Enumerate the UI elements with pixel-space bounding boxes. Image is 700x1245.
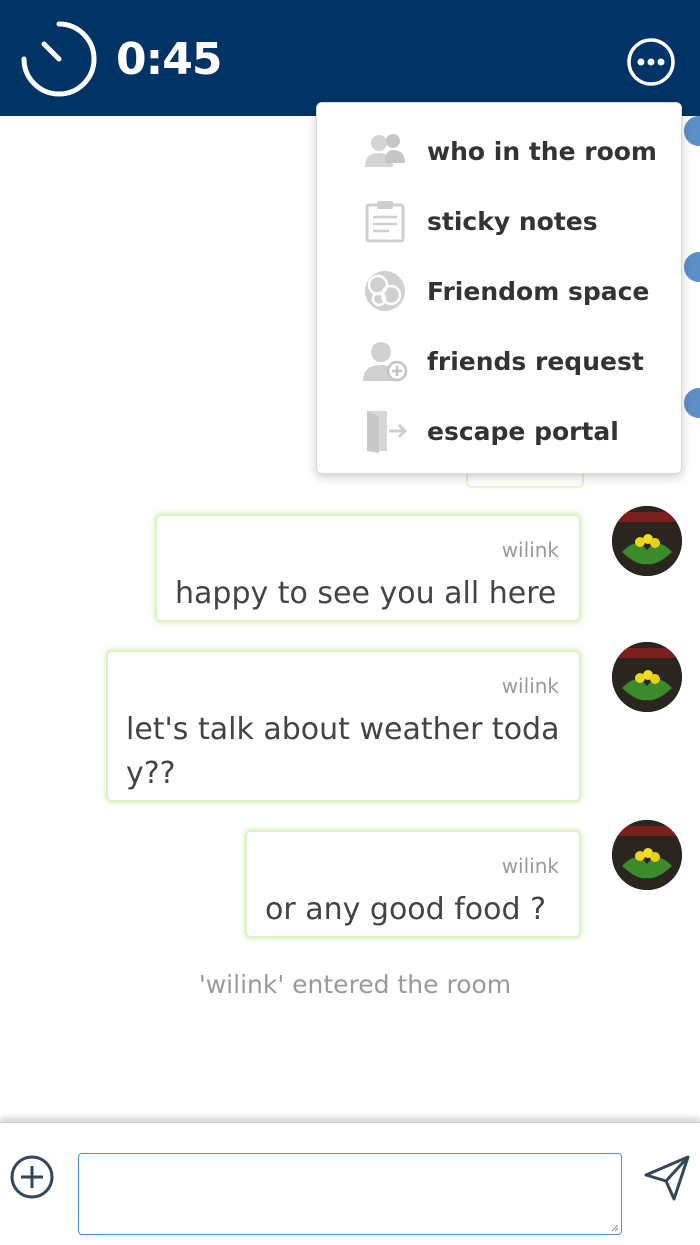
message-bubble: wilink let's talk about weather today?? (106, 650, 581, 802)
options-menu: who in the room sticky notes Friendom sp… (316, 102, 682, 474)
flower-avatar-image (612, 506, 682, 576)
message-text: let's talk about weather today?? (126, 712, 560, 791)
users-icon (365, 134, 405, 167)
menu-item-sticky-notes[interactable]: sticky notes (317, 181, 681, 251)
avatar[interactable] (612, 506, 682, 576)
avatar (684, 116, 700, 146)
message-composer (0, 1122, 700, 1245)
menu-item-label: friends request (427, 347, 644, 376)
countdown-timer: 0:45 (116, 34, 222, 85)
avatar (684, 252, 700, 282)
menu-item-friendom-space[interactable]: Friendom space (317, 251, 681, 321)
menu-item-friends-request[interactable]: friends request (317, 321, 681, 391)
menu-item-label: who in the room (427, 137, 657, 166)
resize-handle-icon[interactable] (611, 1224, 619, 1232)
menu-item-label: Friendom space (427, 277, 650, 306)
message-input[interactable] (78, 1153, 622, 1235)
flower-avatar-image (612, 642, 682, 712)
top-bar: 0:45 (0, 0, 700, 116)
send-icon[interactable] (642, 1153, 692, 1203)
message-sender: wilink (501, 538, 559, 562)
message-text: or any good food ? (265, 892, 547, 927)
plus-circle-icon[interactable] (8, 1153, 56, 1201)
more-options-icon[interactable] (626, 37, 676, 87)
sticky-note-icon (365, 201, 405, 243)
message-bubble: wilink happy to see you all here (155, 514, 581, 622)
menu-item-label: sticky notes (427, 207, 598, 236)
add-friend-icon (363, 342, 408, 382)
exit-door-icon (367, 411, 408, 453)
message-text: happy to see you all here (175, 576, 557, 611)
menu-item-who-in-room[interactable]: who in the room (317, 111, 681, 181)
message-sender: wilink (501, 674, 559, 698)
avatar[interactable] (612, 820, 682, 890)
menu-item-label: escape portal (427, 417, 619, 446)
flower-avatar-image (612, 820, 682, 890)
message-sender: wilink (501, 854, 559, 878)
system-message: 'wilink' entered the room (198, 970, 512, 999)
stopwatch-icon (21, 21, 97, 97)
globe-icon (365, 271, 405, 311)
menu-item-escape-portal[interactable]: escape portal (317, 391, 681, 461)
avatar[interactable] (612, 642, 682, 712)
avatar (684, 388, 700, 418)
message-bubble: wilink or any good food ? (245, 830, 581, 938)
